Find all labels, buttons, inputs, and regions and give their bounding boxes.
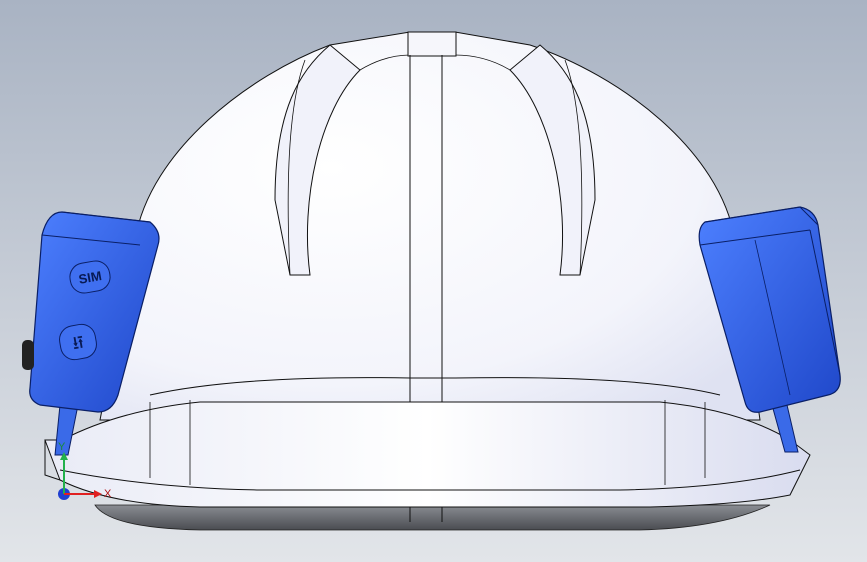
- cad-viewport[interactable]: SIM ⭿ X Y: [0, 0, 867, 562]
- cad-scene[interactable]: SIM ⭿ X Y: [0, 0, 867, 562]
- helmet-crown-block: [407, 31, 457, 57]
- x-axis-label: X: [104, 488, 112, 500]
- y-axis-label: Y: [58, 441, 66, 453]
- left-module-side-button[interactable]: [22, 340, 34, 370]
- helmet-brim: [44, 401, 811, 508]
- brim-underside: [94, 504, 771, 531]
